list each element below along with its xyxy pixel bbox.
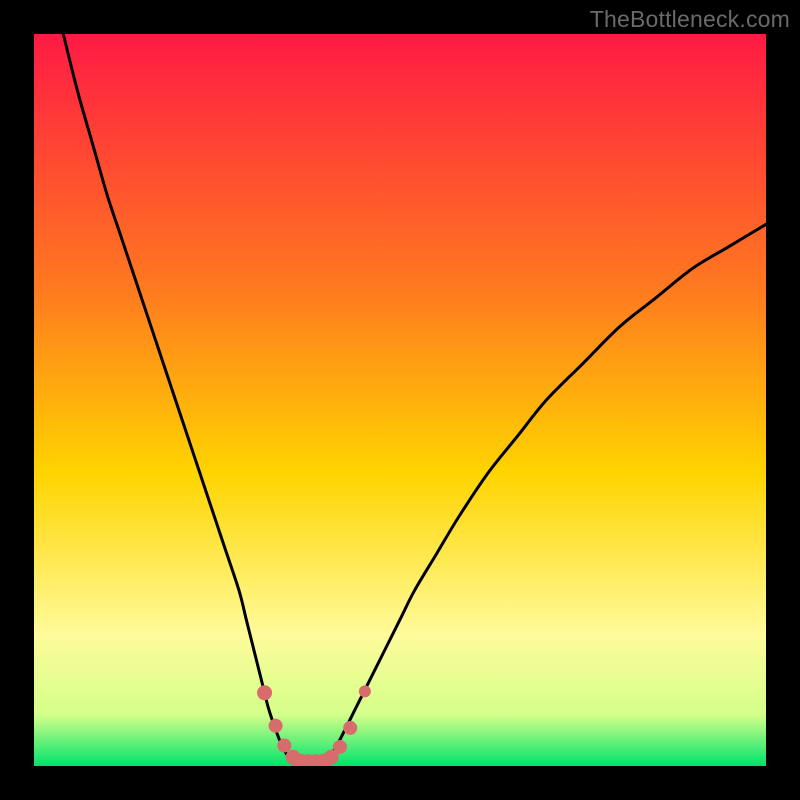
highlight-point (333, 740, 347, 754)
highlight-point (343, 721, 357, 735)
highlight-point (269, 719, 283, 733)
highlight-point (257, 685, 272, 700)
watermark-text: TheBottleneck.com (590, 6, 790, 33)
bottleneck-chart (34, 34, 766, 766)
highlight-point (277, 739, 291, 753)
gradient-background (34, 34, 766, 766)
plot-area (34, 34, 766, 766)
highlight-point (359, 685, 371, 697)
chart-frame: TheBottleneck.com (0, 0, 800, 800)
